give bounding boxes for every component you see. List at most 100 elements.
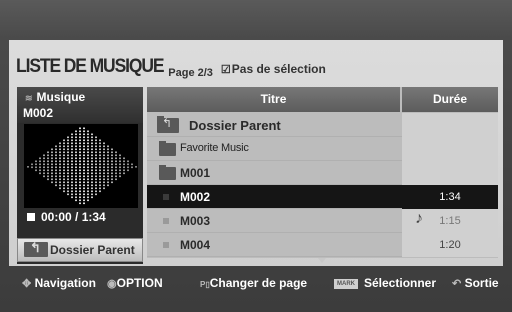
playback-time: 00:00 / 1:34 [17, 208, 143, 226]
music-icon: ≋ [25, 93, 33, 103]
visualizer-dot [51, 148, 53, 151]
no-selection-label: Pas de sélection [231, 62, 326, 76]
parent-folder-button[interactable]: Dossier Parent [17, 238, 143, 262]
visualizer-dot [63, 178, 65, 181]
visualizer-dot [67, 166, 69, 169]
visualizer-dot [91, 151, 93, 154]
visualizer-dot [87, 157, 89, 160]
visualizer-dot [47, 175, 49, 178]
visualizer-dot [55, 163, 57, 166]
visualizer-dot [71, 136, 73, 139]
table-row[interactable]: Dossier Parent [147, 113, 498, 137]
visualizer-dot [87, 136, 89, 139]
visualizer-dot [51, 178, 53, 181]
visualizer-dot [59, 163, 61, 166]
visualizer-dot [59, 157, 61, 160]
parent-folder-icon [157, 116, 179, 133]
visualizer-dot [95, 193, 97, 196]
visualizer-dot [67, 154, 69, 157]
visualizer-dot [83, 127, 85, 130]
table-row-selected[interactable]: M002 1:34 [147, 185, 498, 209]
visualizer-dot [83, 187, 85, 190]
visualizer-dot [67, 190, 69, 193]
option-icon: ◉ [107, 278, 117, 290]
visualizer-dot [71, 148, 73, 151]
visualizer-dot [103, 181, 105, 184]
visualizer-dot [111, 160, 113, 163]
visualizer-dot [87, 187, 89, 190]
visualizer-dot [47, 154, 49, 157]
visualizer-dot [75, 130, 77, 133]
visualizer-dot [67, 181, 69, 184]
visualizer-dot [91, 193, 93, 196]
visualizer-dot [91, 142, 93, 145]
visualizer-dot [75, 181, 77, 184]
hint-exit: ↶ Sortie [452, 276, 499, 290]
visualizer-dot [87, 154, 89, 157]
visualizer-dot [83, 172, 85, 175]
visualizer-dot [63, 142, 65, 145]
table-row[interactable]: Favorite Music [147, 137, 498, 161]
row-name: M004 [180, 238, 211, 252]
visualizer-dot [71, 169, 73, 172]
visualizer-dot [71, 151, 73, 154]
visualizer-dot [83, 133, 85, 136]
visualizer-dot [59, 142, 61, 145]
column-header-title: Titre [147, 87, 400, 112]
visualizer-dot [67, 151, 69, 154]
visualizer-dot [47, 166, 49, 169]
visualizer-dot [51, 151, 53, 154]
visualizer-dot [39, 172, 41, 175]
visualizer-dot [111, 181, 113, 184]
table-row[interactable]: M003 ♪ 1:15 [147, 209, 498, 233]
visualizer-dot [71, 145, 73, 148]
visualizer-dot [91, 163, 93, 166]
visualizer-dot [55, 166, 57, 169]
visualizer-dot [75, 154, 77, 157]
visualizer-dot [43, 169, 45, 172]
visualizer-dot [99, 157, 101, 160]
visualizer-dot [55, 157, 57, 160]
visualizer-dot [59, 187, 61, 190]
visualizer-dot [67, 187, 69, 190]
visualizer-dot [107, 166, 109, 169]
visualizer-dot [71, 166, 73, 169]
hint-page-change-label: Changer de page [209, 276, 308, 290]
visualizer-dot [115, 163, 117, 166]
visualizer-dot [83, 148, 85, 151]
visualizer-dot [91, 145, 93, 148]
table-row[interactable]: M001 [147, 161, 498, 185]
visualizer-dot [71, 190, 73, 193]
visualizer-dot [55, 145, 57, 148]
visualizer-dot [115, 166, 117, 169]
visualizer-dot [107, 145, 109, 148]
visualizer-dot [59, 181, 61, 184]
visualizer-dot [115, 172, 117, 175]
visualizer-dot [79, 202, 81, 205]
visualizer-dot [87, 169, 89, 172]
visualizer-dot [63, 163, 65, 166]
visualizer-dot [71, 181, 73, 184]
folder-icon [159, 165, 176, 180]
visualizer-dot [115, 151, 117, 154]
visualizer-dot [99, 160, 101, 163]
visualizer-dot [95, 154, 97, 157]
row-name: M003 [180, 214, 211, 228]
visualizer-dot [67, 148, 69, 151]
visualizer-dot [91, 136, 93, 139]
table-row[interactable]: M004 1:20 [147, 233, 498, 257]
visualizer-dot [95, 175, 97, 178]
visualizer-dot [107, 160, 109, 163]
duration-cell [402, 161, 498, 185]
scroll-down-icon[interactable] [318, 258, 326, 263]
visualizer-dot [63, 157, 65, 160]
visualizer-dot [51, 157, 53, 160]
visualizer-dot [79, 196, 81, 199]
visualizer-dot [95, 187, 97, 190]
visualizer-dot [87, 184, 89, 187]
page-indicator: Page 2/3 [168, 67, 213, 79]
visualizer-dot [95, 148, 97, 151]
visualizer-dot [99, 166, 101, 169]
visualizer-dot [71, 142, 73, 145]
visualizer-dot [79, 154, 81, 157]
